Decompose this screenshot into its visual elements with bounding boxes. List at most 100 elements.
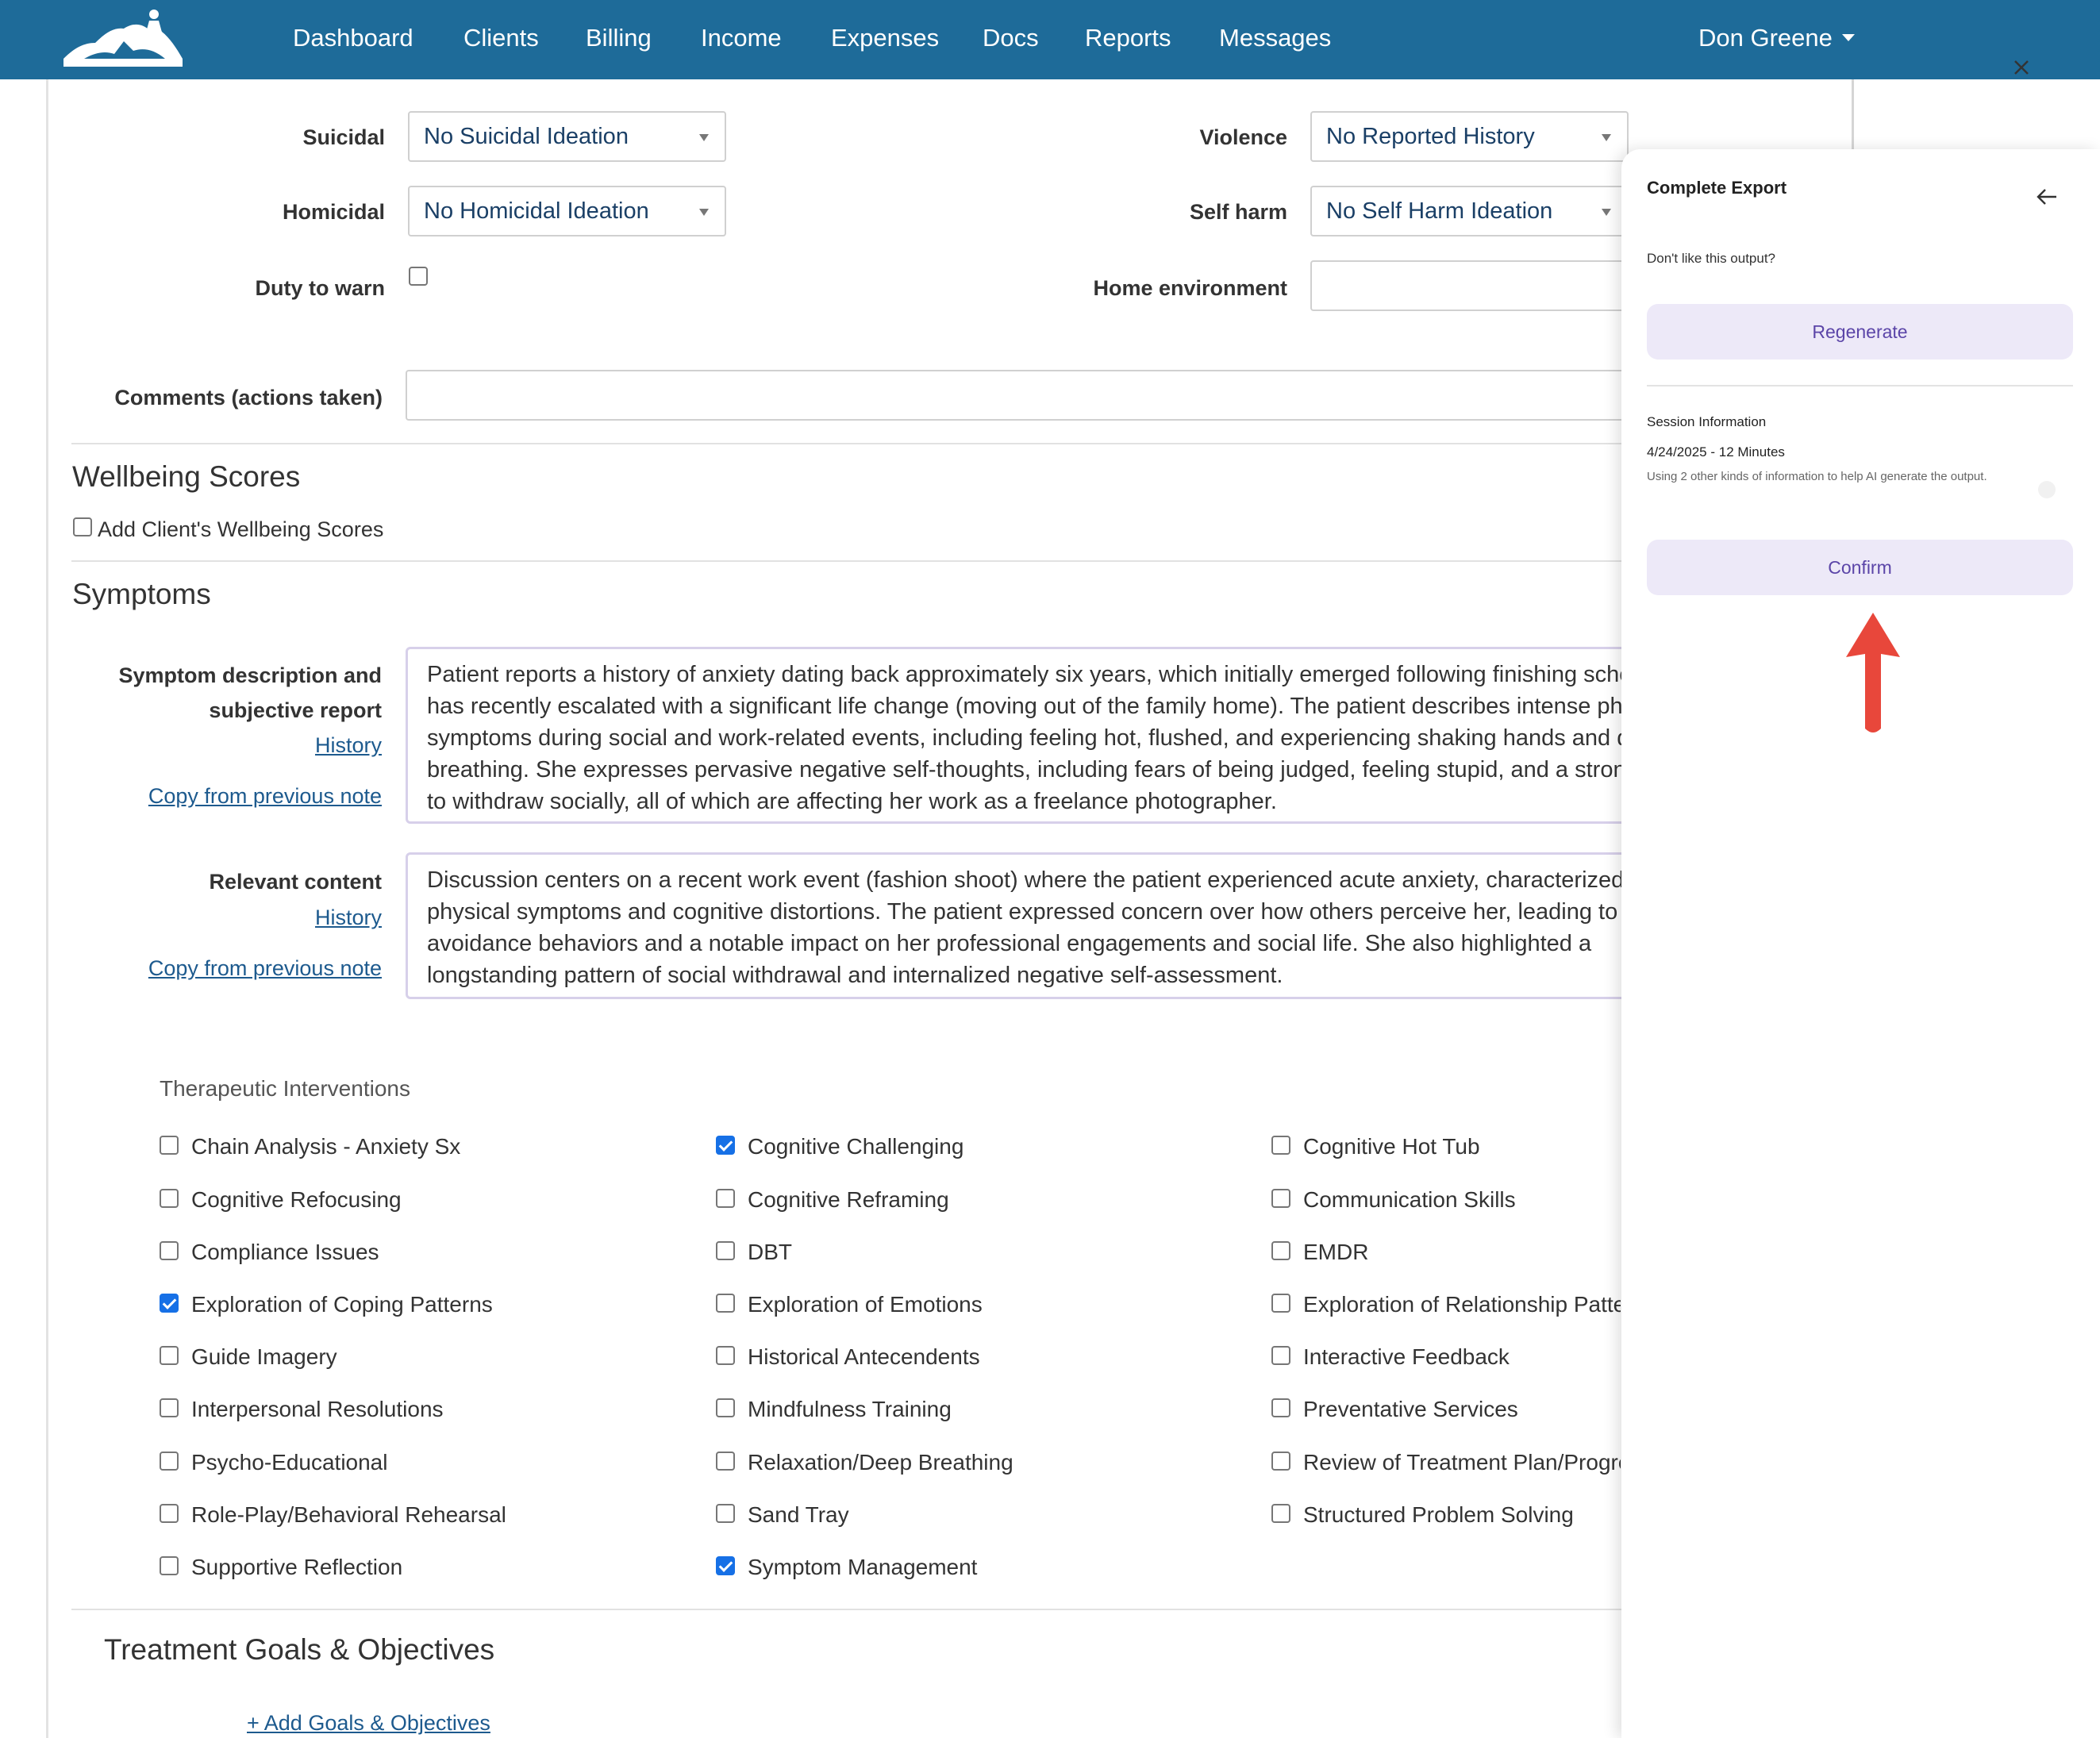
intervention-item[interactable]: Historical Antecendents: [716, 1343, 1256, 1375]
relevant-content-text: Discussion centers on a recent work even…: [427, 867, 1629, 988]
intervention-checkbox[interactable]: [1271, 1452, 1290, 1471]
intervention-item[interactable]: Chain Analysis - Anxiety Sx: [160, 1132, 699, 1164]
intervention-checkbox[interactable]: [716, 1452, 735, 1471]
intervention-item[interactable]: Symptom Management: [716, 1553, 1256, 1585]
intervention-checkbox[interactable]: [160, 1241, 179, 1260]
intervention-checkbox[interactable]: [160, 1189, 179, 1208]
intervention-checkbox[interactable]: [160, 1398, 179, 1417]
intervention-label: Compliance Issues: [191, 1240, 379, 1264]
top-navbar: Dashboard Clients Billing Income Expense…: [0, 0, 2100, 79]
intervention-item[interactable]: Sand Tray: [716, 1501, 1256, 1532]
intervention-item[interactable]: Role-Play/Behavioral Rehearsal: [160, 1501, 699, 1532]
home-environment-input[interactable]: [1310, 260, 1629, 311]
intervention-checkbox[interactable]: [1271, 1136, 1290, 1155]
intervention-checkbox[interactable]: [160, 1556, 179, 1575]
intervention-label: Guide Imagery: [191, 1344, 337, 1369]
violence-select[interactable]: No Reported History: [1310, 111, 1629, 162]
intervention-item[interactable]: Relaxation/Deep Breathing: [716, 1448, 1256, 1480]
nav-income[interactable]: Income: [701, 0, 782, 79]
intervention-item[interactable]: Interactive Feedback: [1271, 1343, 1621, 1375]
intervention-checkbox[interactable]: [716, 1241, 735, 1260]
intervention-checkbox[interactable]: [160, 1452, 179, 1471]
symptom-copy-previous-link[interactable]: Copy from previous note: [148, 784, 382, 809]
intervention-checkbox[interactable]: [716, 1189, 735, 1208]
wellbeing-checkbox-label[interactable]: Add Client's Wellbeing Scores: [98, 517, 383, 542]
nav-clients[interactable]: Clients: [463, 0, 539, 79]
wellbeing-checkbox[interactable]: [73, 517, 92, 536]
nav-billing[interactable]: Billing: [586, 0, 652, 79]
suicidal-select[interactable]: No Suicidal Ideation: [408, 111, 726, 162]
homicidal-select[interactable]: No Homicidal Ideation: [408, 186, 726, 236]
violence-label: Violence: [1199, 125, 1287, 149]
nav-expenses[interactable]: Expenses: [831, 0, 939, 79]
violence-select-value: No Reported History: [1326, 124, 1535, 149]
intervention-checkbox[interactable]: [716, 1346, 735, 1365]
intervention-item[interactable]: EMDR: [1271, 1238, 1621, 1270]
intervention-checkbox[interactable]: [160, 1346, 179, 1365]
intervention-label: Interpersonal Resolutions: [191, 1397, 444, 1421]
intervention-label: Cognitive Hot Tub: [1303, 1134, 1480, 1159]
intervention-item[interactable]: Cognitive Refocusing: [160, 1186, 699, 1217]
intervention-checkbox[interactable]: [1271, 1241, 1290, 1260]
intervention-item[interactable]: Exploration of Coping Patterns: [160, 1290, 699, 1322]
intervention-item[interactable]: Mindfulness Training: [716, 1395, 1256, 1427]
session-toggle-indicator[interactable]: [2038, 481, 2056, 498]
intervention-item[interactable]: Structured Problem Solving: [1271, 1501, 1621, 1532]
regenerate-button[interactable]: Regenerate: [1647, 304, 2073, 360]
symptom-description-text: Patient reports a history of anxiety dat…: [427, 662, 1629, 814]
intervention-item[interactable]: Review of Treatment Plan/Progress: [1271, 1448, 1621, 1480]
arrow-left-icon[interactable]: [2036, 187, 2058, 206]
intervention-item[interactable]: Compliance Issues: [160, 1238, 699, 1270]
intervention-checkbox[interactable]: [716, 1294, 735, 1313]
intervention-item[interactable]: Cognitive Hot Tub: [1271, 1132, 1621, 1164]
intervention-label: Relaxation/Deep Breathing: [748, 1450, 1013, 1475]
nav-docs[interactable]: Docs: [983, 0, 1039, 79]
intervention-checkbox[interactable]: [716, 1504, 735, 1523]
intervention-checkbox[interactable]: [1271, 1294, 1290, 1313]
intervention-checkbox[interactable]: [1271, 1504, 1290, 1523]
intervention-checkbox[interactable]: [716, 1136, 735, 1155]
intervention-checkbox[interactable]: [716, 1556, 735, 1575]
confirm-button[interactable]: Confirm: [1647, 540, 2073, 595]
intervention-item[interactable]: Supportive Reflection: [160, 1553, 699, 1585]
brand-logo[interactable]: [60, 6, 187, 68]
intervention-item[interactable]: Cognitive Reframing: [716, 1186, 1256, 1217]
session-info-title: Session Information: [1647, 414, 1767, 429]
intervention-item[interactable]: Preventative Services: [1271, 1395, 1621, 1427]
nav-reports[interactable]: Reports: [1085, 0, 1171, 79]
intervention-item[interactable]: Exploration of Relationship Patterns: [1271, 1290, 1621, 1322]
intervention-checkbox[interactable]: [1271, 1189, 1290, 1208]
duty-to-warn-label: Duty to warn: [255, 276, 385, 300]
intervention-item[interactable]: Interpersonal Resolutions: [160, 1395, 699, 1427]
wellbeing-title: Wellbeing Scores: [72, 460, 301, 493]
nav-dashboard[interactable]: Dashboard: [293, 0, 413, 79]
add-goals-link[interactable]: + Add Goals & Objectives: [247, 1711, 490, 1736]
nav-messages[interactable]: Messages: [1219, 0, 1331, 79]
intervention-checkbox[interactable]: [716, 1398, 735, 1417]
user-menu[interactable]: Don Greene: [1698, 0, 1855, 79]
symptom-description-label-line1: Symptom description and: [118, 663, 382, 687]
intervention-label: Cognitive Reframing: [748, 1187, 949, 1212]
intervention-checkbox[interactable]: [160, 1136, 179, 1155]
relevant-history-link[interactable]: History: [315, 906, 382, 930]
intervention-checkbox[interactable]: [1271, 1346, 1290, 1365]
intervention-item[interactable]: Cognitive Challenging: [716, 1132, 1256, 1164]
intervention-checkbox[interactable]: [1271, 1398, 1290, 1417]
symptom-history-link[interactable]: History: [315, 733, 382, 758]
self-harm-select[interactable]: No Self Harm Ideation: [1310, 186, 1629, 236]
symptom-description-textarea[interactable]: Patient reports a history of anxiety dat…: [406, 647, 1629, 824]
intervention-checkbox[interactable]: [160, 1504, 179, 1523]
relevant-copy-previous-link[interactable]: Copy from previous note: [148, 956, 382, 981]
relevant-content-textarea[interactable]: Discussion centers on a recent work even…: [406, 852, 1629, 999]
intervention-item[interactable]: Psycho-Educational: [160, 1448, 699, 1480]
close-icon[interactable]: [2013, 59, 2030, 76]
home-environment-label: Home environment: [1093, 276, 1287, 300]
intervention-checkbox[interactable]: [160, 1294, 179, 1313]
homicidal-select-value: No Homicidal Ideation: [424, 198, 649, 224]
intervention-item[interactable]: DBT: [716, 1238, 1256, 1270]
duty-to-warn-checkbox[interactable]: [409, 267, 428, 286]
comments-input[interactable]: [406, 370, 1629, 421]
intervention-item[interactable]: Communication Skills: [1271, 1186, 1621, 1217]
intervention-item[interactable]: Exploration of Emotions: [716, 1290, 1256, 1322]
intervention-item[interactable]: Guide Imagery: [160, 1343, 699, 1375]
